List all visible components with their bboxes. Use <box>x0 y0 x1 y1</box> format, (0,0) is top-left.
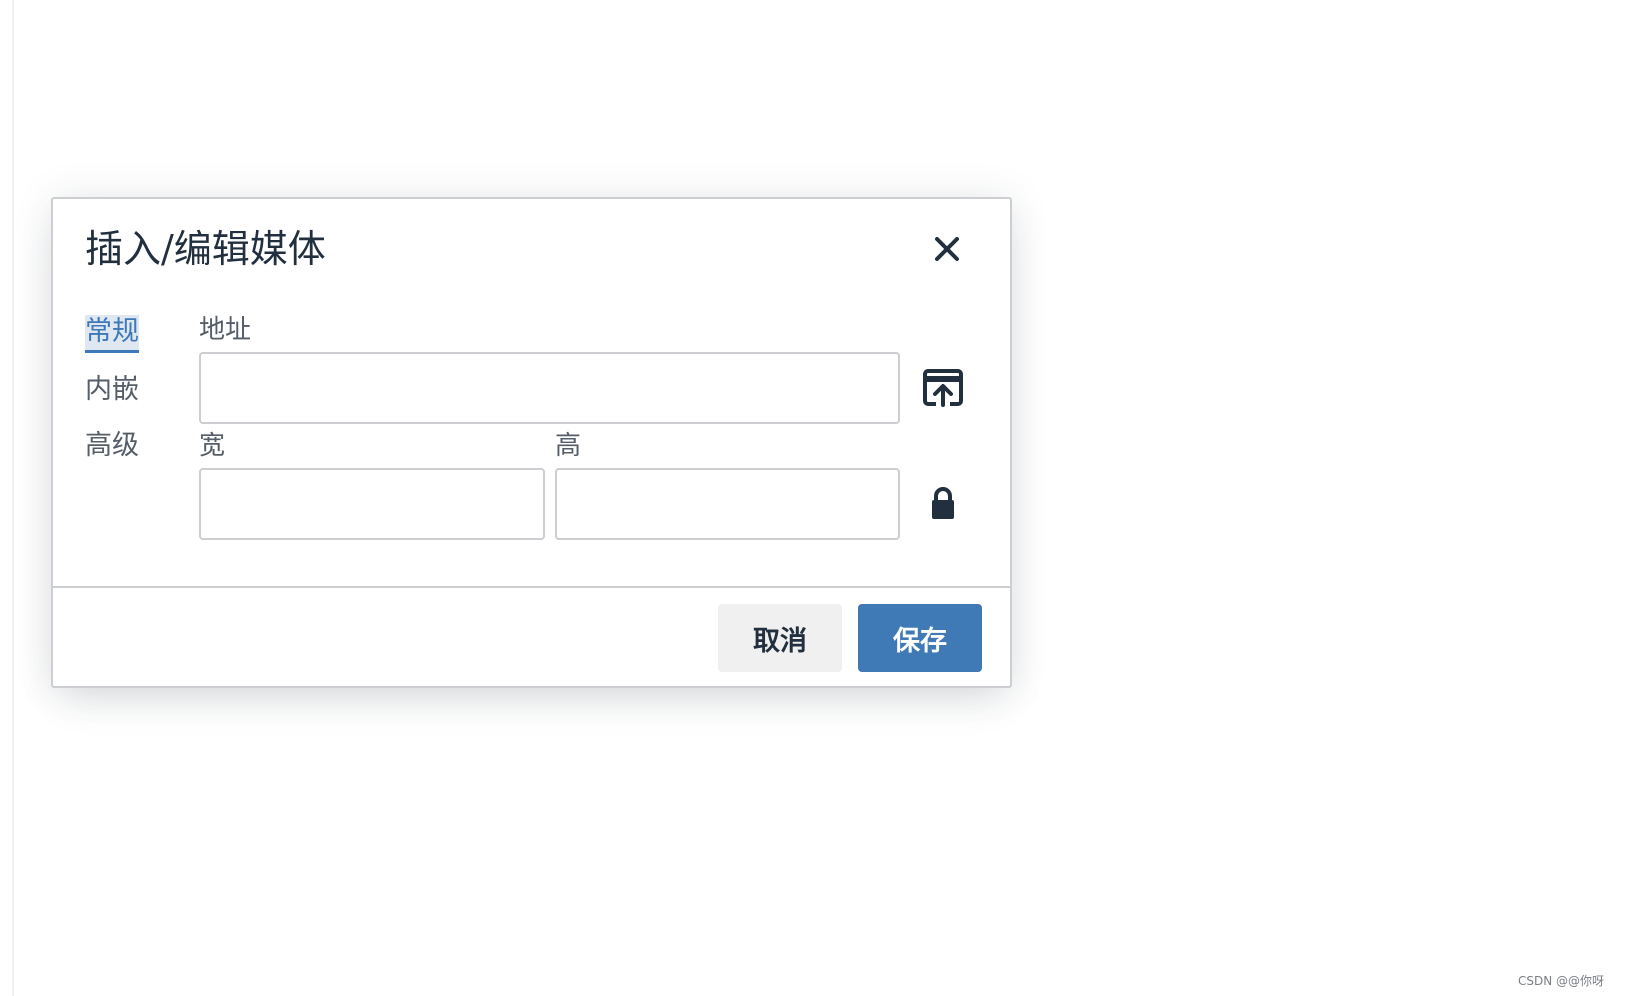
constrain-proportions-button[interactable] <box>919 479 967 527</box>
source-label: 地址 <box>199 315 252 345</box>
upload-icon <box>923 369 963 407</box>
dialog-title: 插入/编辑媒体 <box>85 227 326 271</box>
tab-embed[interactable]: 内嵌 <box>85 373 139 409</box>
width-label: 宽 <box>199 431 226 461</box>
media-dialog: 插入/编辑媒体 常规 内嵌 高级 地址 宽 高 取消 保存 <box>51 197 1012 688</box>
height-label: 高 <box>555 431 582 461</box>
browse-button[interactable] <box>919 364 967 412</box>
footer-divider <box>53 586 1010 588</box>
lock-icon <box>932 487 954 519</box>
tab-advanced[interactable]: 高级 <box>85 429 139 465</box>
page-edge <box>0 0 14 996</box>
height-input[interactable] <box>555 468 900 540</box>
dialog-tabs: 常规 内嵌 高级 <box>85 315 139 485</box>
close-button[interactable] <box>925 227 969 271</box>
tab-general[interactable]: 常规 <box>85 315 139 353</box>
watermark: CSDN @@你呀 <box>1517 974 1604 988</box>
width-input[interactable] <box>199 468 545 540</box>
close-icon <box>935 237 959 261</box>
source-input[interactable] <box>199 352 900 424</box>
cancel-button[interactable]: 取消 <box>718 604 842 672</box>
save-button[interactable]: 保存 <box>858 604 982 672</box>
